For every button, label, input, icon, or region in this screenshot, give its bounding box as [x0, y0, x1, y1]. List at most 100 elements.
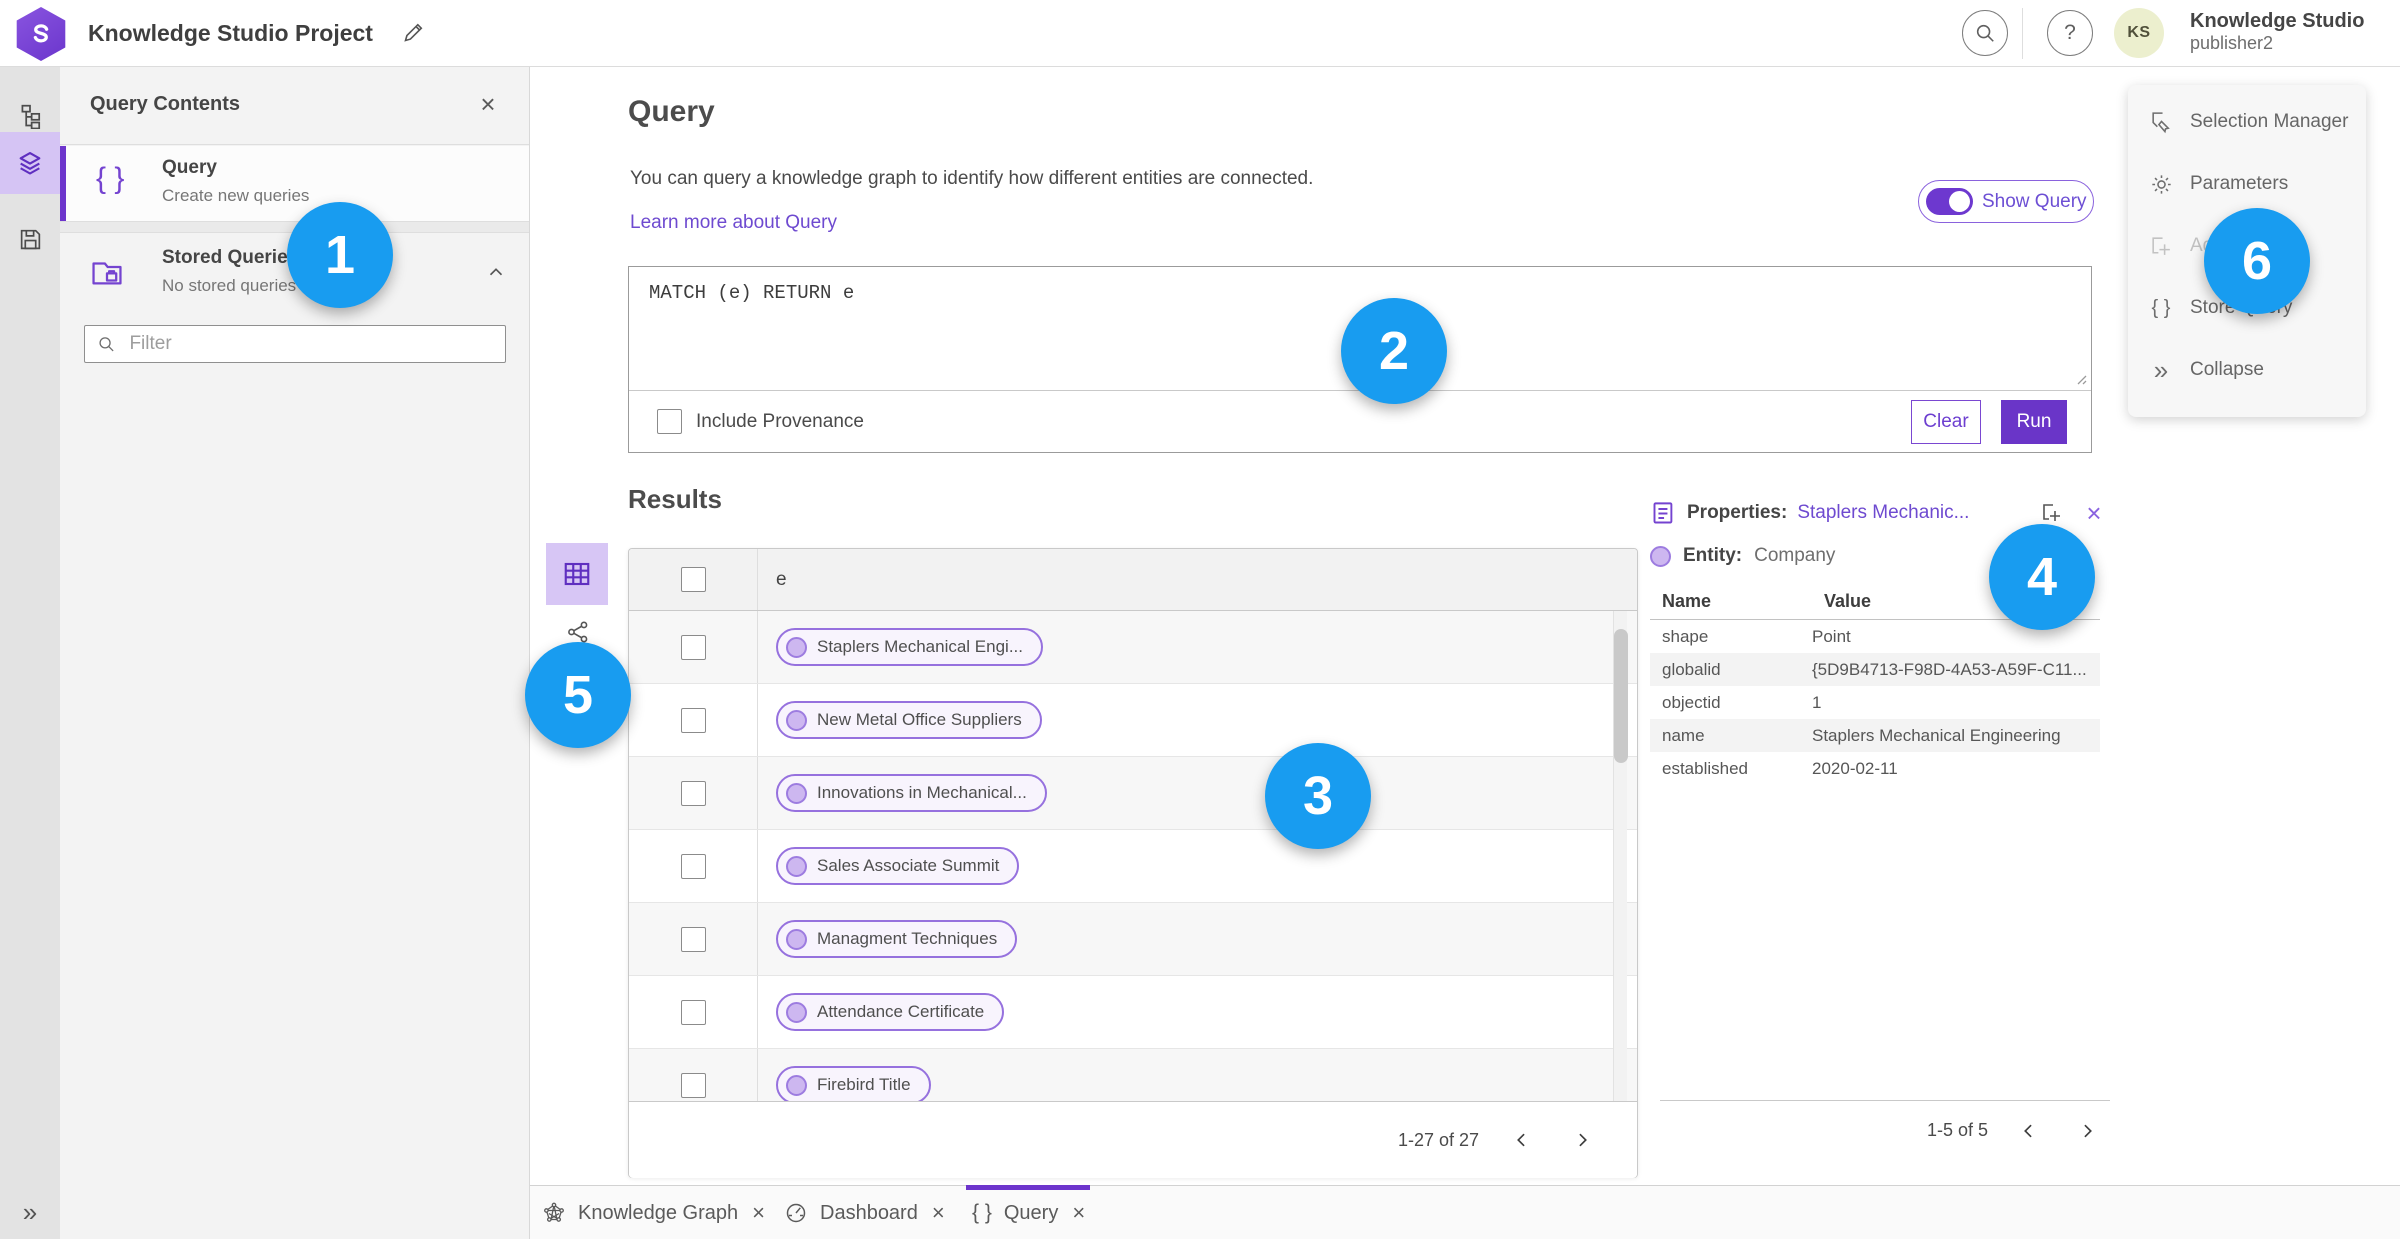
entity-pill[interactable]: Firebird Title — [776, 1066, 931, 1101]
close-panel-button[interactable]: × — [473, 89, 503, 119]
property-row: objectid 1 — [1650, 686, 2100, 719]
properties-entity-link[interactable]: Staplers Mechanic... — [1797, 502, 1969, 524]
entity-pill-label: Staplers Mechanical Engi... — [817, 637, 1023, 656]
next-page-button[interactable] — [2070, 1114, 2104, 1148]
resize-handle-icon[interactable] — [2073, 371, 2087, 385]
table-row: Staplers Mechanical Engi... — [629, 611, 1637, 684]
project-title: Knowledge Studio Project — [88, 20, 373, 46]
menu-item-label: Parameters — [2190, 173, 2289, 194]
search-button[interactable] — [1962, 10, 2008, 56]
filter-input[interactable] — [127, 332, 493, 356]
tab-knowledge-graph[interactable]: Knowledge Graph × — [542, 1186, 767, 1239]
previous-page-button[interactable] — [1505, 1123, 1539, 1157]
expand-double-chevron-icon: » — [22, 1196, 38, 1227]
edit-title-icon[interactable] — [398, 18, 428, 48]
property-row: name Staplers Mechanical Engineering — [1650, 719, 2100, 752]
collapse-section-button[interactable] — [485, 261, 507, 283]
page-title: Query — [628, 95, 715, 128]
query-item-subtitle: Create new queries — [162, 186, 310, 205]
property-value: Staplers Mechanical Engineering — [1812, 725, 2061, 745]
scrollbar-thumb[interactable] — [1614, 629, 1628, 763]
table-row: New Metal Office Suppliers — [629, 684, 1637, 757]
help-button[interactable]: ? — [2047, 10, 2093, 56]
row-checkbox[interactable] — [680, 999, 706, 1025]
row-checkbox[interactable] — [680, 1072, 706, 1098]
property-value: {5D9B4713-F98D-4A53-A59F-C11... — [1812, 659, 2087, 679]
table-row: Attendance Certificate — [629, 976, 1637, 1049]
tab-query-active[interactable]: { } Query × — [972, 1186, 1087, 1239]
close-tab-icon[interactable]: × — [750, 1200, 767, 1226]
selection-manager-icon — [2148, 109, 2174, 135]
results-table: e Staplers Mechanical Engi... New Metal … — [628, 548, 1638, 1178]
property-name: name — [1662, 725, 1705, 745]
results-pagination-text: 1-27 of 27 — [1397, 1129, 1479, 1150]
save-button[interactable] — [0, 211, 60, 267]
menu-item-parameters[interactable]: Parameters — [2128, 153, 2366, 215]
properties-icon — [1653, 501, 1673, 523]
app-logo-icon[interactable] — [16, 7, 66, 61]
properties-pagination: 1-5 of 5 — [1660, 1100, 2110, 1160]
expand-rail-button[interactable]: » — [0, 1185, 60, 1239]
dashboard-icon — [786, 1203, 806, 1223]
entity-pill[interactable]: Sales Associate Summit — [776, 847, 1020, 885]
user-info[interactable]: Knowledge Studio publisher2 — [2190, 9, 2364, 55]
entity-dot-icon — [786, 1001, 807, 1023]
close-properties-button[interactable]: × — [2078, 497, 2110, 529]
chevron-left-icon — [2024, 1124, 2032, 1137]
next-page-button[interactable] — [1565, 1123, 1599, 1157]
clear-button[interactable]: Clear — [1911, 399, 1981, 444]
tab-dashboard[interactable]: Dashboard × — [784, 1186, 947, 1239]
row-checkbox[interactable] — [680, 853, 706, 879]
entity-pill[interactable]: Innovations in Mechanical... — [776, 774, 1047, 812]
table-header-row: e — [629, 549, 1637, 611]
include-provenance-checkbox[interactable] — [657, 409, 682, 434]
user-avatar[interactable]: KS — [2114, 8, 2164, 58]
query-contents-title: Query Contents — [90, 93, 241, 115]
braces-icon: { } — [96, 162, 125, 195]
show-query-toggle[interactable]: Show Query — [1918, 180, 2094, 223]
close-icon: × — [2086, 497, 2102, 528]
chevron-right-icon — [1579, 1133, 1587, 1147]
query-editor-footer: Include Provenance Clear Run — [629, 390, 2091, 452]
toggle-switch-icon[interactable] — [1926, 188, 1973, 215]
entity-dot-icon — [786, 1074, 807, 1096]
active-tab-indicator — [966, 1185, 1090, 1190]
user-role: publisher2 — [2190, 33, 2274, 53]
annotation-circle-6: 6 — [2204, 208, 2310, 314]
properties-pagination-text: 1-5 of 5 — [1926, 1120, 1988, 1140]
menu-item-label: Selection Manager — [2190, 111, 2349, 132]
entity-dot-icon — [1650, 545, 1671, 567]
entity-pill[interactable]: Managment Techniques — [776, 920, 1018, 958]
layers-button-selected[interactable] — [0, 132, 60, 194]
menu-item-selection-manager[interactable]: Selection Manager — [2128, 91, 2366, 153]
gear-icon — [2148, 171, 2174, 197]
entity-pill[interactable]: Staplers Mechanical Engi... — [776, 628, 1043, 666]
table-view-button[interactable] — [546, 543, 608, 605]
close-tab-icon[interactable]: × — [930, 1200, 947, 1226]
table-scrollbar[interactable] — [1613, 611, 1628, 1101]
include-provenance-label: Include Provenance — [696, 410, 864, 432]
data-model-icon — [21, 104, 41, 129]
row-checkbox[interactable] — [680, 634, 706, 660]
entity-pill[interactable]: New Metal Office Suppliers — [776, 701, 1042, 739]
menu-item-collapse[interactable]: » Collapse — [2128, 339, 2366, 401]
select-all-checkbox[interactable] — [680, 567, 706, 592]
entity-dot-icon — [786, 928, 807, 950]
learn-more-link[interactable]: Learn more about Query — [630, 212, 837, 234]
run-button[interactable]: Run — [2001, 399, 2067, 444]
close-tab-icon[interactable]: × — [1070, 1200, 1087, 1226]
property-name: established — [1662, 758, 1749, 778]
row-checkbox[interactable] — [680, 780, 706, 806]
tab-label: Knowledge Graph — [578, 1201, 739, 1224]
row-checkbox[interactable] — [680, 926, 706, 952]
view-tab-bar: Knowledge Graph × Dashboard × { } Query … — [530, 1185, 2400, 1239]
previous-page-button[interactable] — [2012, 1114, 2046, 1148]
annotation-circle-3: 3 — [1265, 743, 1371, 849]
entity-pill-label: Innovations in Mechanical... — [817, 783, 1027, 802]
filter-field[interactable] — [84, 325, 506, 363]
entity-dot-icon — [786, 709, 807, 731]
entity-pill[interactable]: Attendance Certificate — [776, 993, 1005, 1031]
row-checkbox[interactable] — [680, 707, 706, 733]
user-name: Knowledge Studio — [2190, 10, 2365, 32]
sidebar-item-query[interactable]: { } Query Create new queries — [60, 146, 529, 222]
